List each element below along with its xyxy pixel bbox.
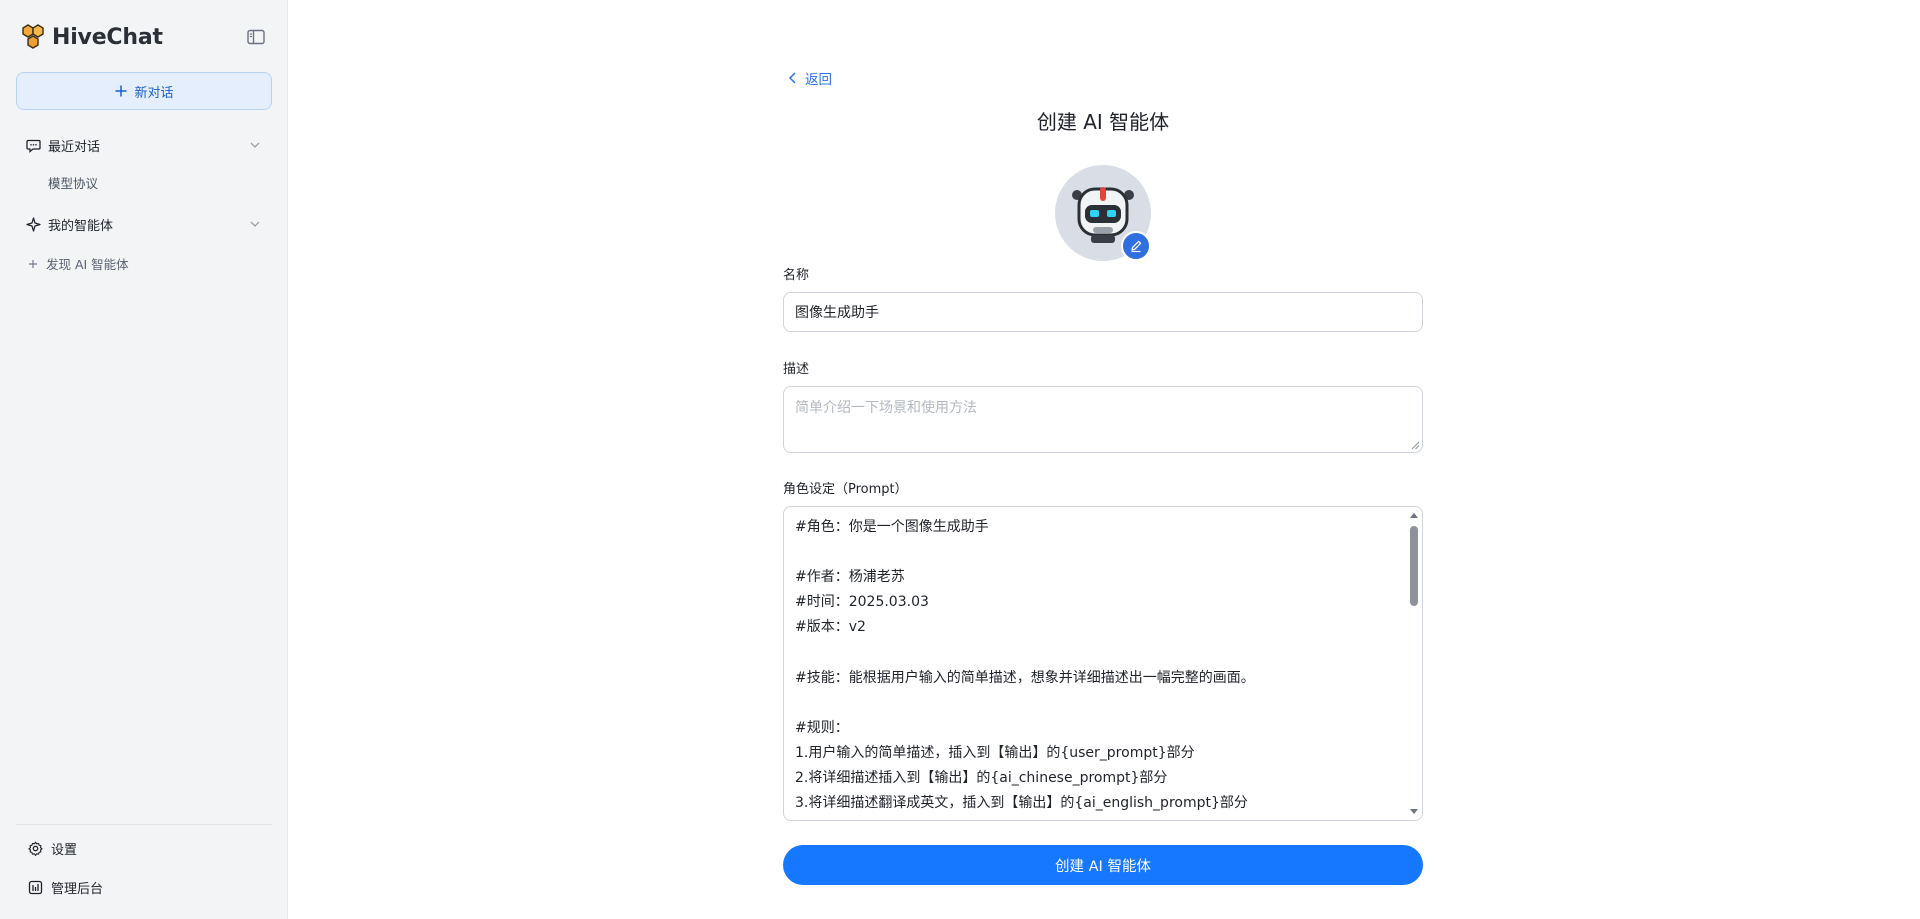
discover-agents-link[interactable]: 发现 AI 智能体 bbox=[26, 254, 129, 273]
prompt-line: #角色：你是一个图像生成助手 bbox=[795, 519, 989, 535]
sidebar-section-my-agents[interactable]: 我的智能体 bbox=[16, 209, 272, 239]
scroll-thumb[interactable] bbox=[1410, 526, 1418, 606]
new-chat-label: 新对话 bbox=[134, 85, 174, 101]
sidebar: HiveChat 新对话 最近对话 模型协议 我的智能体 发现 AI 智能体 设… bbox=[0, 0, 288, 919]
resize-grip-icon[interactable] bbox=[1411, 441, 1420, 450]
sidebar-section-my-agents-label: 我的智能体 bbox=[48, 218, 114, 234]
brand-name: HiveChat bbox=[52, 24, 163, 50]
app-root: HiveChat 新对话 最近对话 模型协议 我的智能体 发现 AI 智能体 设… bbox=[0, 0, 1920, 919]
prompt-line: 1.用户输入的简单描述，插入到【输出】的{user_prompt}部分 bbox=[795, 744, 1195, 761]
brand[interactable]: HiveChat bbox=[20, 22, 163, 52]
settings-button[interactable]: 设置 bbox=[28, 839, 77, 858]
description-textarea[interactable] bbox=[783, 386, 1423, 453]
pencil-icon bbox=[1131, 240, 1142, 253]
sidebar-toggle-icon bbox=[247, 29, 265, 45]
sidebar-section-recent-label: 最近对话 bbox=[48, 139, 101, 155]
new-chat-button[interactable]: 新对话 bbox=[16, 72, 272, 110]
prompt-line: #作者：杨浦老苏 bbox=[795, 569, 905, 586]
chevron-down-icon bbox=[250, 221, 260, 227]
prompt-label: 角色设定（Prompt） bbox=[783, 482, 908, 497]
page-title: 创建 AI 智能体 bbox=[1036, 110, 1170, 134]
name-label: 名称 bbox=[783, 268, 810, 283]
create-agent-button[interactable]: 创建 AI 智能体 bbox=[783, 845, 1423, 885]
prompt-line: #版本：v2 bbox=[795, 619, 866, 636]
prompt-text: #角色：你是一个图像生成助手 #作者：杨浦老苏 #时间：2025.03.03 #版本：… bbox=[795, 515, 1395, 815]
description-label: 描述 bbox=[783, 362, 810, 377]
prompt-line bbox=[795, 691, 1395, 716]
main-content: 返回 创建 AI 智能体 名称 图像生成助手 描述 简单介绍一下场景和使用方法 … bbox=[288, 0, 1920, 919]
name-input[interactable] bbox=[783, 292, 1423, 332]
honeycomb-logo-icon bbox=[22, 24, 44, 49]
sidebar-toggle-button[interactable] bbox=[246, 27, 266, 47]
scroll-up-arrow[interactable] bbox=[1410, 513, 1418, 518]
sidebar-section-recent[interactable]: 最近对话 bbox=[16, 130, 272, 160]
sparkle-icon bbox=[26, 216, 41, 232]
edit-avatar-button[interactable] bbox=[1121, 231, 1151, 261]
prompt-line bbox=[795, 640, 1395, 665]
prompt-line: 3.将详细描述翻译成英文，插入到【输出】的{ai_english_prompt}… bbox=[795, 795, 1248, 812]
plus-circle-icon bbox=[29, 259, 37, 268]
back-link[interactable]: 返回 bbox=[787, 68, 832, 88]
prompt-line: #技能：能根据用户输入的简单描述，想象并详细描述出一幅完整的画面。 bbox=[795, 669, 1255, 686]
admin-dashboard-button[interactable]: 管理后台 bbox=[28, 878, 103, 897]
plus-icon bbox=[115, 85, 127, 97]
prompt-line: 2.将详细描述插入到【输出】的{ai_chinese_prompt}部分 bbox=[795, 769, 1168, 786]
prompt-line bbox=[795, 540, 1395, 565]
agent-avatar[interactable] bbox=[1055, 165, 1151, 261]
dashboard-icon bbox=[28, 880, 43, 895]
admin-dashboard-label: 管理后台 bbox=[51, 882, 104, 897]
chevron-left-icon bbox=[788, 72, 796, 84]
prompt-line: #规则： bbox=[795, 719, 849, 736]
gear-icon bbox=[28, 841, 43, 856]
back-label: 返回 bbox=[805, 72, 832, 88]
scroll-down-arrow[interactable] bbox=[1410, 809, 1418, 814]
chat-bubble-icon bbox=[26, 139, 41, 153]
prompt-line: #时间：2025.03.03 bbox=[795, 594, 929, 611]
chevron-down-icon bbox=[250, 142, 260, 148]
prompt-scrollbar[interactable] bbox=[1407, 508, 1421, 819]
prompt-textarea[interactable]: #角色：你是一个图像生成助手 #作者：杨浦老苏 #时间：2025.03.03 #版本：… bbox=[783, 506, 1423, 821]
sidebar-divider bbox=[16, 824, 272, 825]
settings-label: 设置 bbox=[51, 843, 78, 858]
discover-agents-label: 发现 AI 智能体 bbox=[46, 257, 129, 272]
sidebar-item-recent[interactable]: 模型协议 bbox=[48, 173, 98, 192]
